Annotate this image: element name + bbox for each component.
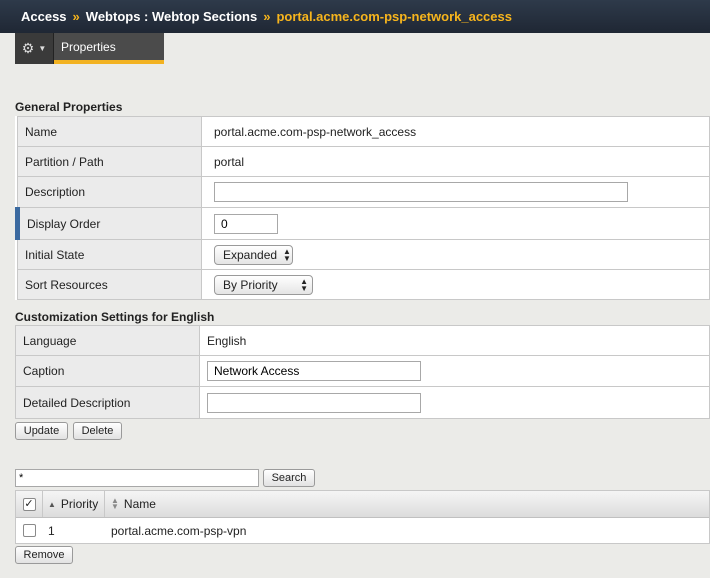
display-order-input[interactable]: [214, 213, 278, 234]
remove-button[interactable]: Remove: [15, 546, 73, 564]
name-label: Name: [17, 116, 202, 147]
row-checkbox[interactable]: [23, 524, 36, 537]
gear-menu-button[interactable]: ⚙ ▼: [15, 33, 54, 64]
general-properties-table: Name portal.acme.com-psp-network_access …: [15, 116, 710, 300]
customization-table: Language English Caption Detailed Descri…: [15, 325, 710, 419]
sort-resources-value: By Priority: [223, 277, 278, 292]
resource-list-header: ✓ ▲ Priority ▲ ▼ Name: [16, 491, 709, 518]
language-label: Language: [15, 325, 200, 356]
detailed-description-input[interactable]: [207, 392, 421, 413]
sort-both-icon: ▲ ▼: [111, 496, 119, 511]
column-header-priority[interactable]: ▲ Priority: [43, 491, 105, 517]
sort-resources-select[interactable]: By Priority ▲ ▼: [214, 274, 313, 295]
general-properties-title: General Properties: [15, 100, 123, 114]
initial-state-row: Initial State Expanded ▲ ▼: [17, 239, 710, 270]
caption-row: Caption: [15, 355, 710, 387]
name-value: portal.acme.com-psp-network_access: [201, 116, 710, 147]
select-arrows-icon: ▲ ▼: [283, 246, 291, 263]
breadcrumb-root[interactable]: Access: [21, 9, 67, 24]
breadcrumb-current: portal.acme.com-psp-network_access: [276, 9, 512, 24]
partition-row: Partition / Path portal: [17, 146, 710, 177]
toolbar: ⚙ ▼ Properties: [15, 33, 164, 64]
partition-value: portal: [201, 146, 710, 177]
description-label: Description: [17, 176, 202, 208]
breadcrumb-separator: »: [72, 9, 80, 24]
name-row: Name portal.acme.com-psp-network_access: [17, 116, 710, 147]
breadcrumb-separator: »: [263, 9, 271, 24]
update-button[interactable]: Update: [15, 422, 68, 440]
row-name-link[interactable]: portal.acme.com-psp-vpn: [105, 518, 246, 543]
description-row: Description: [17, 176, 710, 208]
name-header-label: Name: [123, 497, 156, 511]
detailed-description-row: Detailed Description: [15, 386, 710, 419]
initial-state-value: Expanded: [223, 247, 278, 262]
resource-list: ✓ ▲ Priority ▲ ▼ Name 1 portal.acme.com-p…: [15, 490, 710, 544]
caption-input[interactable]: [207, 361, 421, 381]
column-header-name[interactable]: ▲ ▼ Name: [105, 491, 156, 517]
search-button[interactable]: Search: [263, 469, 315, 487]
tab-properties[interactable]: Properties: [54, 33, 164, 64]
caret-down-icon: ▼: [38, 44, 47, 53]
detailed-description-label: Detailed Description: [15, 386, 200, 419]
partition-label: Partition / Path: [17, 146, 202, 177]
initial-state-label: Initial State: [17, 239, 202, 270]
display-order-row: Display Order: [15, 207, 710, 240]
sort-resources-label: Sort Resources: [17, 269, 202, 300]
select-arrows-icon: ▲ ▼: [300, 276, 308, 293]
table-row[interactable]: 1 portal.acme.com-psp-vpn: [16, 518, 709, 543]
description-input[interactable]: [214, 182, 628, 202]
row-priority: 1: [48, 523, 55, 538]
caption-label: Caption: [15, 355, 200, 387]
language-value: English: [199, 325, 710, 356]
initial-state-select[interactable]: Expanded ▲ ▼: [214, 244, 293, 265]
priority-header-label: Priority: [60, 497, 99, 511]
display-order-label: Display Order: [15, 207, 202, 240]
gear-icon: ⚙: [21, 40, 35, 56]
language-row: Language English: [15, 325, 710, 356]
breadcrumb-section[interactable]: Webtops : Webtop Sections: [86, 9, 257, 24]
delete-button[interactable]: Delete: [73, 422, 122, 440]
customization-title: Customization Settings for English: [15, 310, 215, 324]
breadcrumb: Access » Webtops : Webtop Sections » por…: [0, 0, 710, 33]
sort-ascending-icon: ▲: [48, 499, 56, 509]
resource-filter-input[interactable]: [15, 469, 259, 487]
sort-resources-row: Sort Resources By Priority ▲ ▼: [17, 269, 710, 300]
checkmark-icon: ✓: [24, 497, 34, 510]
select-all-checkbox[interactable]: ✓: [22, 497, 36, 511]
